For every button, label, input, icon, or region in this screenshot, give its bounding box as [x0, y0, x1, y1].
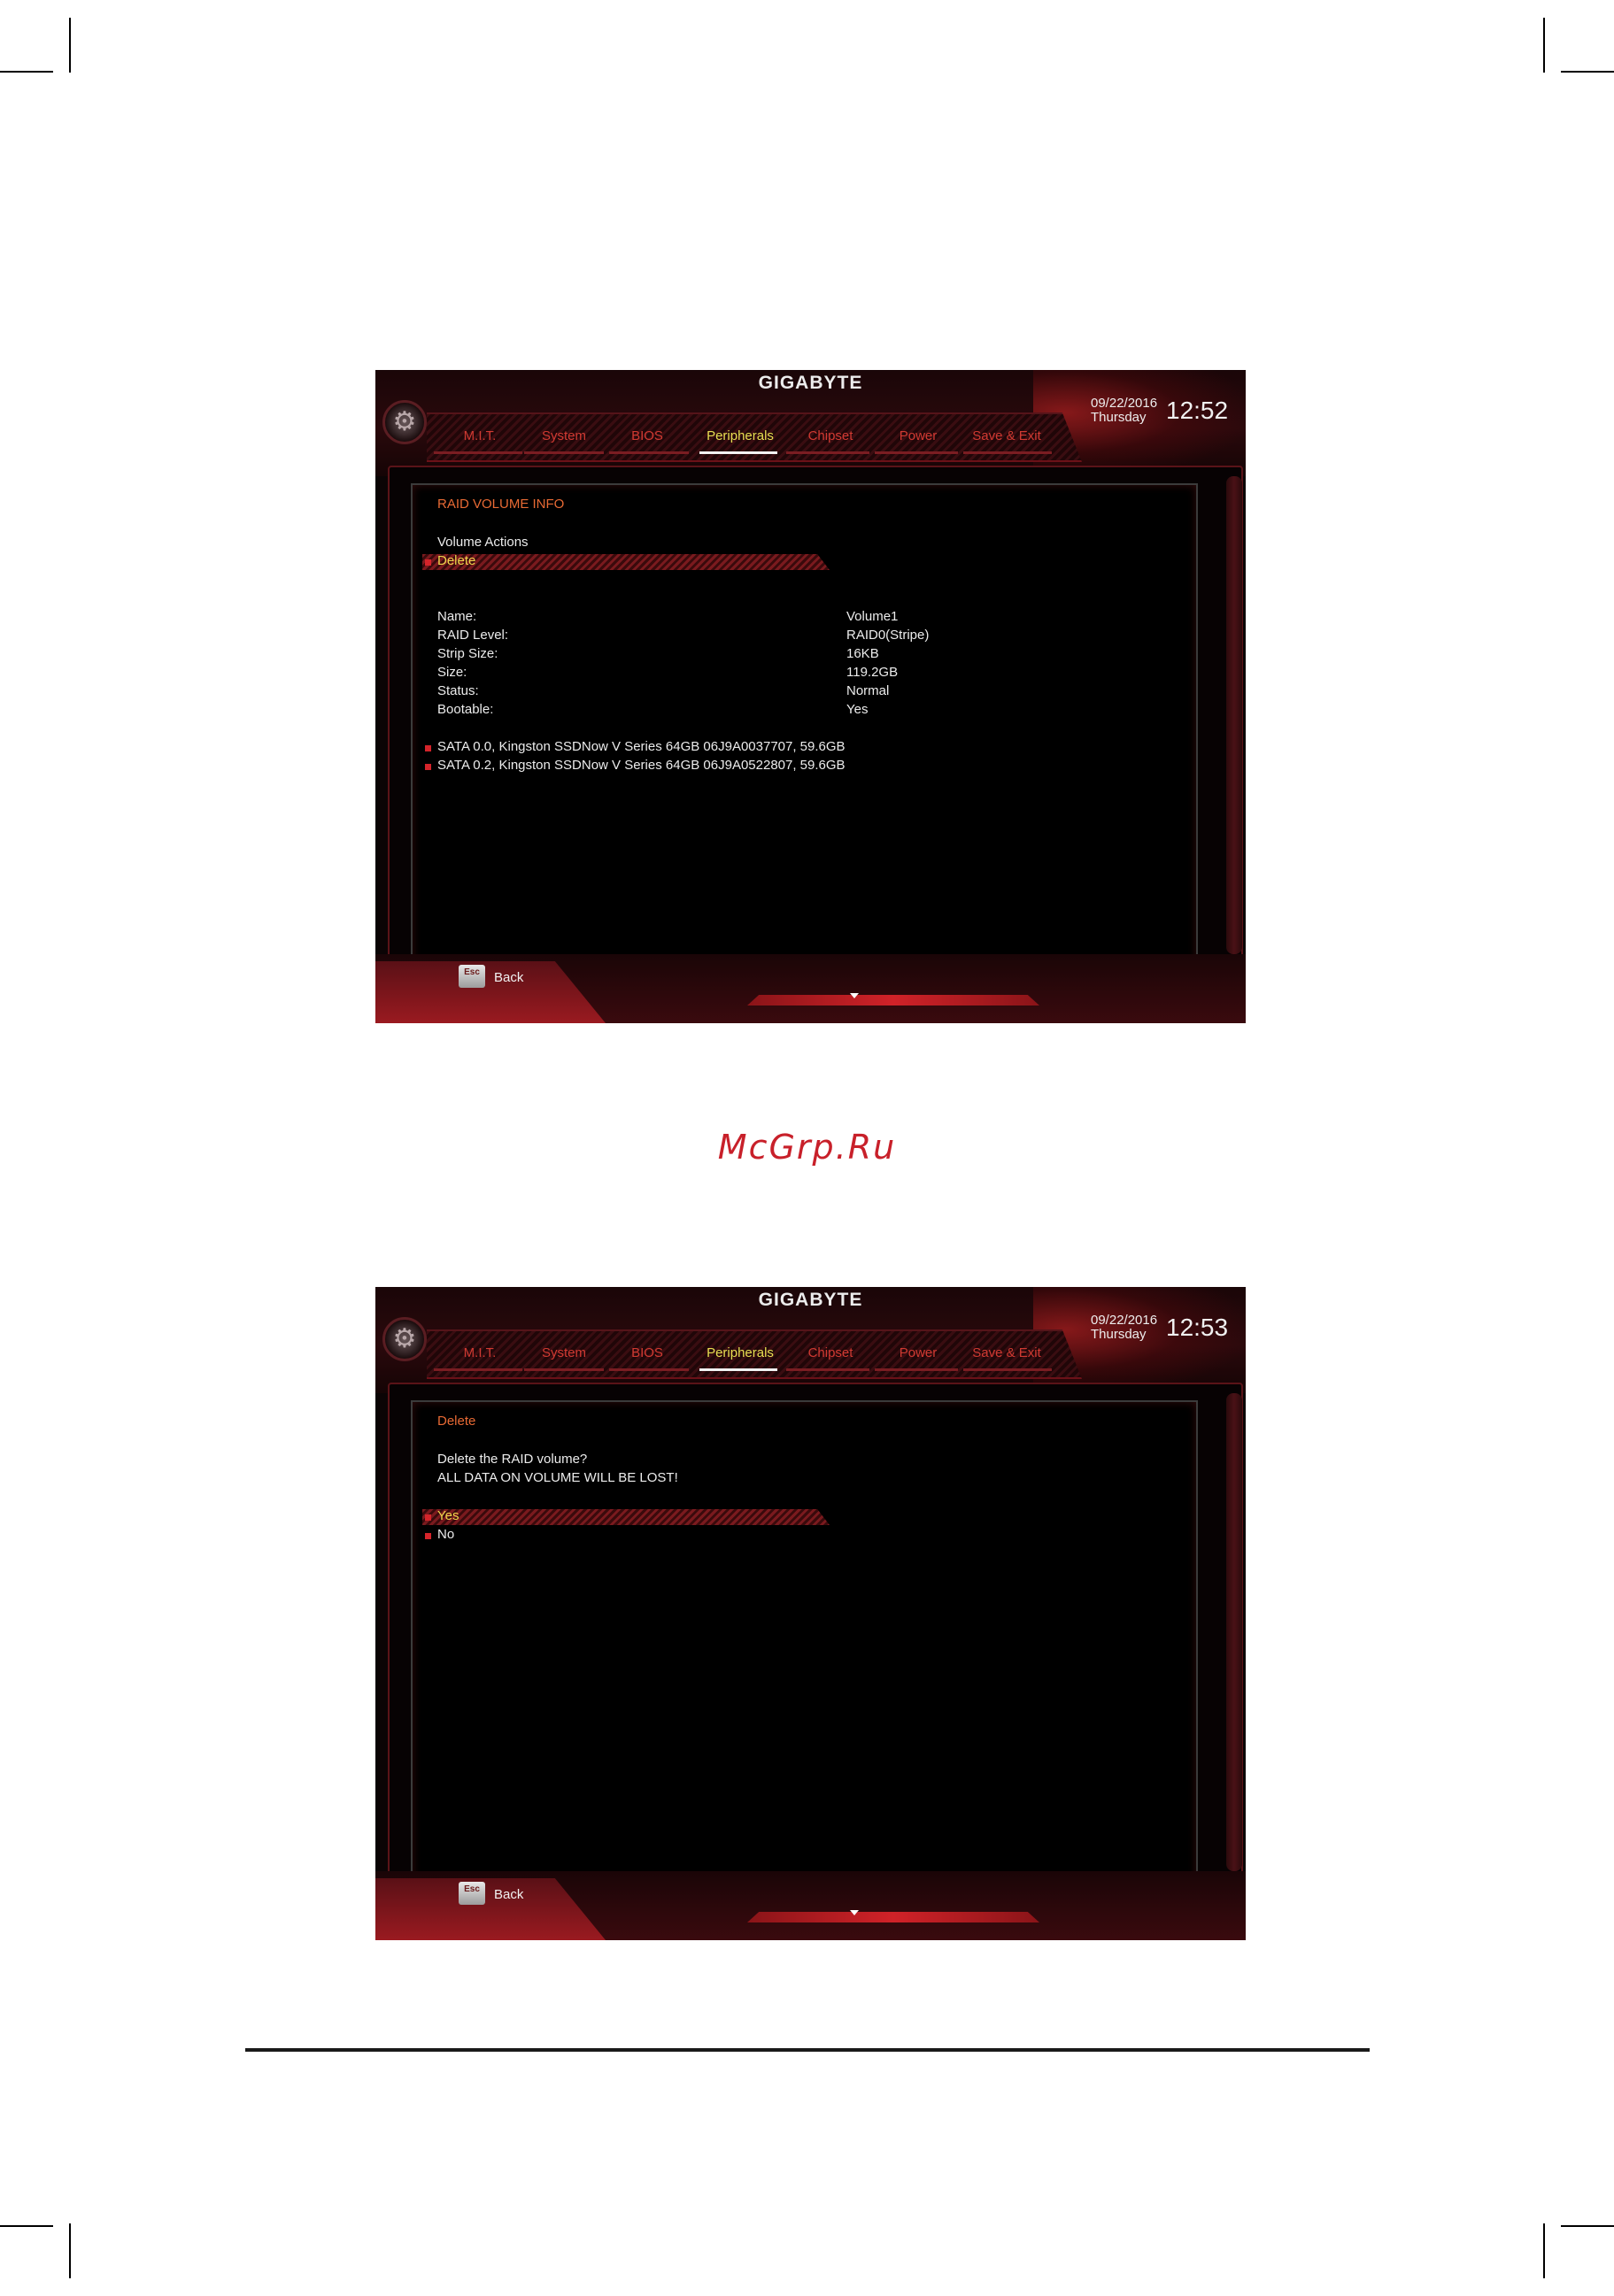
tab-underline: [963, 1368, 1052, 1371]
tab-underline: [524, 451, 604, 454]
crop-mark: [1561, 71, 1614, 73]
scroll-down-icon: [850, 1910, 859, 1915]
date-display: 09/22/2016 Thursday: [1091, 397, 1157, 425]
tab-bios[interactable]: BIOS: [625, 1345, 669, 1360]
info-label-size: Size:: [437, 665, 467, 680]
day-text: Thursday: [1091, 1327, 1147, 1342]
tab-system[interactable]: System: [535, 1345, 593, 1360]
scroll-rail: [1226, 476, 1242, 954]
page-rule: [245, 2048, 1370, 2052]
info-value-name: Volume1: [846, 609, 899, 624]
option-yes[interactable]: Yes: [437, 1508, 459, 1524]
item-bullet: [425, 1514, 431, 1521]
info-value-bootable: Yes: [846, 702, 869, 717]
warning-text: ALL DATA ON VOLUME WILL BE LOST!: [437, 1470, 678, 1485]
tab-system[interactable]: System: [535, 428, 593, 443]
crop-mark: [1561, 2225, 1614, 2227]
info-value-raid-level: RAID0(Stripe): [846, 628, 930, 643]
date-display: 09/22/2016 Thursday: [1091, 1314, 1157, 1342]
item-bullet: [425, 745, 431, 751]
tab-underline: [786, 1368, 869, 1371]
brand-logo: GIGABYTE: [758, 373, 863, 393]
item-bullet: [425, 1533, 431, 1539]
tab-mit[interactable]: M.I.T.: [455, 1345, 505, 1360]
info-label-name: Name:: [437, 609, 477, 624]
tab-peripherals[interactable]: Peripherals: [698, 1345, 783, 1360]
crop-mark: [0, 71, 53, 73]
tab-save-exit[interactable]: Save & Exit: [965, 1345, 1048, 1360]
date-text: 09/22/2016: [1091, 396, 1158, 411]
tab-underline: [786, 451, 869, 454]
tab-underline: [434, 451, 522, 454]
tab-save-exit[interactable]: Save & Exit: [965, 428, 1048, 443]
tab-power[interactable]: Power: [889, 428, 947, 443]
crop-mark: [1543, 2223, 1545, 2278]
tab-underline: [875, 451, 958, 454]
crop-mark: [1543, 18, 1545, 73]
clock: 12:52: [1166, 397, 1229, 424]
esc-key-icon[interactable]: Esc: [459, 1882, 485, 1905]
tab-underline: [963, 451, 1052, 454]
watermark: McGrp.Ru: [717, 1128, 897, 1167]
info-label-raid-level: RAID Level:: [437, 628, 509, 643]
gear-icon: ⚙: [382, 1317, 427, 1361]
bios-screen-delete-confirm: GIGABYTE ⚙ M.I.T. System BIOS Peripheral…: [375, 1287, 1246, 1940]
selection-highlight: [422, 1509, 830, 1525]
brand-logo: GIGABYTE: [758, 1290, 863, 1310]
tab-underline: [524, 1368, 604, 1371]
crop-mark: [69, 18, 71, 73]
section-title: RAID VOLUME INFO: [437, 497, 565, 512]
bios-screen-raid-info: GIGABYTE ⚙ M.I.T. System BIOS Peripheral…: [375, 370, 1246, 1023]
gear-icon: ⚙: [382, 400, 427, 444]
section-title: Delete: [437, 1414, 476, 1429]
info-value-status: Normal: [846, 683, 890, 698]
tab-chipset[interactable]: Chipset: [799, 428, 862, 443]
selection-highlight: [422, 554, 830, 570]
tab-bios[interactable]: BIOS: [625, 428, 669, 443]
crop-mark: [69, 2223, 71, 2278]
footer-bar: [747, 995, 1039, 1005]
info-label-bootable: Bootable:: [437, 702, 494, 717]
volume-actions-label: Volume Actions: [437, 535, 529, 550]
item-bullet: [425, 559, 431, 566]
disk-item[interactable]: SATA 0.0, Kingston SSDNow V Series 64GB …: [437, 739, 846, 755]
day-text: Thursday: [1091, 410, 1147, 425]
info-label-strip-size: Strip Size:: [437, 646, 498, 661]
footer-bar: [747, 1912, 1039, 1922]
item-bullet: [425, 764, 431, 770]
tab-power[interactable]: Power: [889, 1345, 947, 1360]
tab-underline: [609, 451, 689, 454]
esc-key-icon[interactable]: Esc: [459, 965, 485, 988]
tab-chipset[interactable]: Chipset: [799, 1345, 862, 1360]
option-no[interactable]: No: [437, 1527, 454, 1543]
tab-underline: [434, 1368, 522, 1371]
crop-mark: [0, 2225, 53, 2227]
tab-underline-active: [699, 1368, 777, 1371]
tab-peripherals[interactable]: Peripherals: [698, 428, 783, 443]
back-button[interactable]: Back: [494, 1887, 523, 1902]
tab-underline: [875, 1368, 958, 1371]
info-value-size: 119.2GB: [846, 665, 899, 680]
tab-mit[interactable]: M.I.T.: [455, 428, 505, 443]
scroll-rail: [1226, 1393, 1242, 1871]
disk-item[interactable]: SATA 0.2, Kingston SSDNow V Series 64GB …: [437, 758, 846, 774]
tab-underline: [609, 1368, 689, 1371]
confirm-prompt: Delete the RAID volume?: [437, 1452, 588, 1467]
clock: 12:53: [1166, 1314, 1229, 1341]
scroll-down-icon: [850, 993, 859, 998]
date-text: 09/22/2016: [1091, 1313, 1158, 1328]
info-label-status: Status:: [437, 683, 479, 698]
delete-action[interactable]: Delete: [437, 553, 475, 569]
info-value-strip-size: 16KB: [846, 646, 879, 661]
back-button[interactable]: Back: [494, 970, 523, 985]
tab-underline-active: [699, 451, 777, 454]
